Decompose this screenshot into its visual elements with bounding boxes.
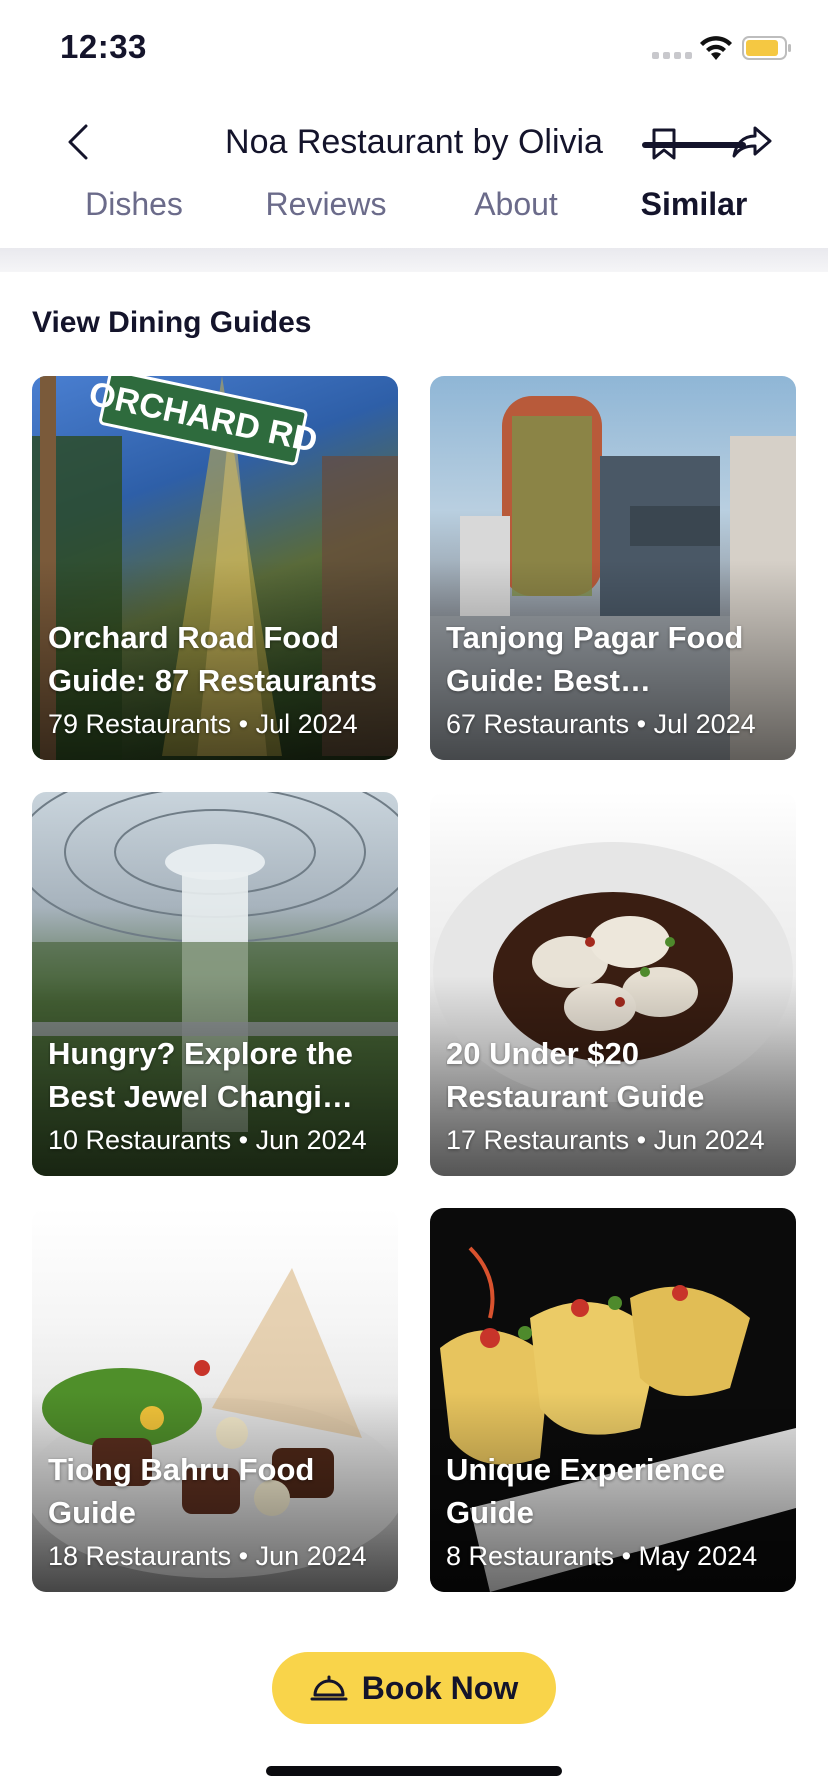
- cloche-icon: [310, 1675, 348, 1701]
- guide-title: Hungry? Explore the Best Jewel Changi Re…: [48, 1036, 353, 1114]
- guide-card-orchard-road[interactable]: ORCHARD RD Orchard Road Food Guide: 87 R…: [32, 376, 398, 760]
- guide-title: Tiong Bahru Food Guide: [48, 1452, 315, 1530]
- guide-card-tiong-bahru[interactable]: Tiong Bahru Food Guide 18 Restaurants • …: [32, 1208, 398, 1592]
- signal-icon: [652, 52, 692, 59]
- tab-about[interactable]: About: [446, 182, 586, 248]
- chevron-left-icon: [68, 124, 88, 160]
- tab-similar[interactable]: Similar: [624, 182, 764, 248]
- tab-bar: Dishes Reviews About Similar: [0, 182, 828, 248]
- guide-title: Unique Experience Guide: [446, 1452, 726, 1530]
- guide-meta: 8 Restaurants • May 2024: [446, 1541, 758, 1571]
- active-tab-indicator: [642, 142, 746, 148]
- guide-card-20-under-20[interactable]: 20 Under $20 Restaurant Guide 17 Restaur…: [430, 792, 796, 1176]
- section-title: View Dining Guides: [32, 306, 312, 339]
- wifi-icon: [700, 36, 732, 60]
- guide-title: 20 Under $20 Restaurant Guide: [446, 1036, 705, 1114]
- page-title: Noa Restaurant by Olivia: [225, 123, 603, 161]
- book-now-label: Book Now: [361, 1669, 519, 1706]
- guide-card-tanjong-pagar[interactable]: Tanjong Pagar Food Guide: Best Restauran…: [430, 376, 796, 760]
- guide-meta: 10 Restaurants • Jun 2024: [48, 1125, 367, 1155]
- guide-card-unique-experience[interactable]: Unique Experience Guide 8 Restaurants • …: [430, 1208, 796, 1592]
- guide-meta: 67 Restaurants • Jul 2024: [446, 709, 756, 739]
- header-divider: [0, 248, 828, 272]
- guide-title: Tanjong Pagar Food Guide: Best Restauran…: [446, 620, 744, 698]
- guide-meta: 17 Restaurants • Jun 2024: [446, 1125, 765, 1155]
- back-button[interactable]: [56, 120, 100, 164]
- status-bar: 12:33: [0, 0, 828, 100]
- header: Noa Restaurant by Olivia Dishes Reviews …: [0, 100, 828, 250]
- battery-icon: [742, 36, 791, 60]
- guide-title: Orchard Road Food Guide: 87 Restaurants: [48, 620, 378, 698]
- guide-meta: 79 Restaurants • Jul 2024: [48, 709, 358, 739]
- book-now-button[interactable]: Book Now: [272, 1652, 556, 1724]
- status-time: 12:33: [60, 28, 147, 65]
- tab-reviews[interactable]: Reviews: [256, 182, 396, 248]
- tab-dishes[interactable]: Dishes: [64, 182, 204, 248]
- guide-card-jewel-changi[interactable]: Hungry? Explore the Best Jewel Changi Re…: [32, 792, 398, 1176]
- guide-meta: 18 Restaurants • Jun 2024: [48, 1541, 367, 1571]
- home-indicator[interactable]: [266, 1766, 562, 1776]
- footer: Book Now: [0, 1620, 828, 1792]
